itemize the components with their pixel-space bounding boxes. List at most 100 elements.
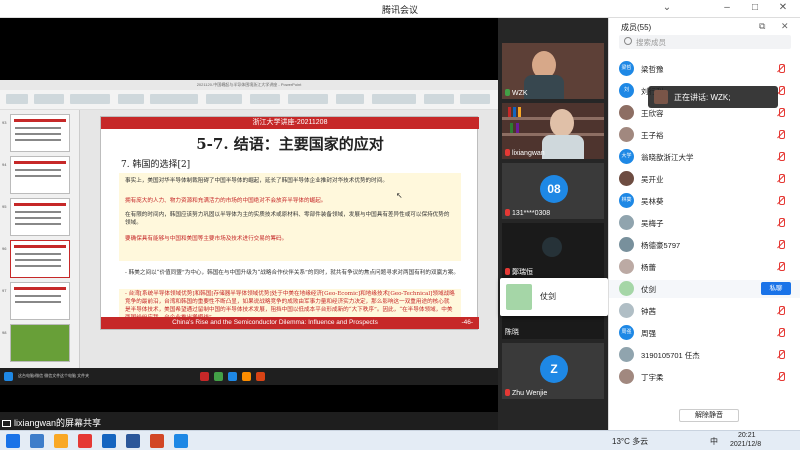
chevron-icon[interactable]: ⌄ bbox=[660, 2, 674, 13]
avatar: Z bbox=[540, 355, 568, 383]
video-tile[interactable]: Z Zhu Wenjie bbox=[502, 343, 604, 399]
slide-thumbnail[interactable] bbox=[10, 156, 70, 194]
clock-date[interactable]: 2021/12/8 bbox=[730, 441, 761, 448]
speaking-text: 正在讲话: WZK; bbox=[674, 93, 731, 102]
slide-thumbnail[interactable] bbox=[10, 114, 70, 152]
windows-start-icon[interactable] bbox=[6, 434, 20, 448]
private-chat-button[interactable]: 私聊 bbox=[761, 282, 791, 295]
mic-off-icon[interactable] bbox=[777, 328, 785, 338]
avatar bbox=[619, 105, 634, 120]
maximize-icon[interactable]: □ bbox=[748, 2, 762, 13]
video-tile[interactable]: WZK bbox=[502, 43, 604, 99]
member-row[interactable]: 林葵 吴林葵 bbox=[609, 192, 800, 210]
tencent-meeting-icon[interactable] bbox=[174, 434, 188, 448]
participant-popup[interactable]: 仗剑 bbox=[500, 278, 608, 316]
mic-off-icon[interactable] bbox=[777, 350, 785, 360]
member-row[interactable]: 吴梅子 bbox=[609, 214, 800, 232]
word-icon[interactable] bbox=[126, 434, 140, 448]
member-name: 吴林葵 bbox=[641, 197, 664, 206]
member-name: 王欣容 bbox=[641, 109, 664, 118]
slide-highlight-box: 事实上，美国对华半导体制裁阻碍了中国半导体的崛起，延长了韩国半导体企业推封对华技… bbox=[119, 173, 461, 261]
avatar bbox=[619, 127, 634, 142]
mic-off-icon[interactable] bbox=[777, 372, 785, 382]
member-search[interactable]: 搜索成员 bbox=[619, 35, 791, 49]
close-icon[interactable]: ✕ bbox=[776, 2, 790, 13]
slide-thumbnail-active[interactable] bbox=[10, 240, 70, 278]
close-panel-icon[interactable]: ✕ bbox=[781, 21, 789, 32]
participant-name: WZK bbox=[512, 90, 528, 97]
app-icon[interactable] bbox=[78, 434, 92, 448]
member-name: 丁宇柔 bbox=[641, 373, 664, 382]
screen-share-text: lixiangwan的屏幕共享 bbox=[14, 418, 102, 428]
weather-text[interactable]: 13°C 多云 bbox=[612, 436, 648, 447]
slide-thumbnail[interactable] bbox=[10, 282, 70, 320]
app-icon[interactable] bbox=[102, 434, 116, 448]
slide-thumbnail[interactable] bbox=[10, 198, 70, 236]
member-row[interactable]: 吴开业 bbox=[609, 170, 800, 188]
member-row-selected[interactable]: 仗剑 私聊 bbox=[609, 280, 800, 298]
slide-footer-caption: China's Rise and the Semiconductor Dilem… bbox=[172, 319, 378, 326]
avatar bbox=[619, 369, 634, 384]
speaking-indicator: 正在讲话: WZK; bbox=[648, 86, 778, 108]
video-tile[interactable]: 鄭瑞恒 bbox=[502, 223, 604, 279]
member-row[interactable]: 丁宇柔 bbox=[609, 368, 800, 386]
video-tile[interactable]: 08 131****0308 bbox=[502, 163, 604, 219]
video-tile[interactable]: lixiangwan bbox=[502, 103, 604, 159]
mic-off-icon[interactable] bbox=[777, 196, 785, 206]
thumb-number: 97 bbox=[2, 288, 7, 293]
mic-off-icon bbox=[505, 209, 510, 216]
screen-share-label: lixiangwan的屏幕共享 bbox=[2, 416, 101, 429]
shared-screen: 2021120-中国崛起与半导体困境浙江大学讲座 - PowerPoint 93 bbox=[0, 18, 498, 412]
ime-indicator[interactable]: 中 bbox=[710, 436, 718, 447]
mic-off-icon[interactable] bbox=[777, 174, 785, 184]
member-row[interactable]: 周强 周强 bbox=[609, 324, 800, 342]
avatar bbox=[619, 347, 634, 362]
mic-off-icon[interactable] bbox=[777, 240, 785, 250]
member-row[interactable]: 梁哲 梁哲豫 bbox=[609, 60, 800, 78]
mic-off-icon[interactable] bbox=[777, 64, 785, 74]
slide-highlight-box-2: - 台湾[系统半导体领域优势]和韩国[存储器半导体领域优势]处于中美在地缘经济[… bbox=[119, 289, 461, 321]
avatar bbox=[619, 171, 634, 186]
current-slide: 浙江大学讲座-20211208 5-7. 结语：主要国家的应对 7. 韩国的选择… bbox=[100, 116, 479, 330]
video-gallery: WZK lixiangwan 08 131****0308 鄭瑞恒 陈晓 Z Z… bbox=[498, 18, 608, 430]
popout-icon[interactable]: ⧉ bbox=[759, 21, 765, 32]
thumb-number: 93 bbox=[2, 120, 7, 125]
powerpoint-icon[interactable] bbox=[150, 434, 164, 448]
thumb-number: 96 bbox=[2, 246, 7, 251]
mic-off-icon[interactable] bbox=[777, 152, 785, 162]
slide-bullet: 事实上，美国对华半导体制裁阻碍了中国半导体的崛起，延长了韩国半导体企业推封对华技… bbox=[125, 178, 388, 184]
member-row[interactable]: 王子裕 bbox=[609, 126, 800, 144]
file-explorer-icon[interactable] bbox=[54, 434, 68, 448]
member-row[interactable]: 杨蕾 bbox=[609, 258, 800, 276]
clock-time[interactable]: 20:21 bbox=[738, 432, 756, 439]
slide-footer: China's Rise and the Semiconductor Dilem… bbox=[101, 317, 479, 329]
member-name: 仗剑 bbox=[641, 285, 656, 294]
member-name: 吴开业 bbox=[641, 175, 664, 184]
mic-off-icon bbox=[505, 389, 510, 396]
mic-off-icon bbox=[505, 268, 510, 275]
participant-name: 131****0308 bbox=[512, 210, 551, 217]
slide-thumbnail[interactable] bbox=[10, 324, 70, 362]
mic-off-icon[interactable] bbox=[777, 306, 785, 316]
search-input[interactable]: 搜索成员 bbox=[636, 37, 666, 48]
slide-header: 浙江大学讲座-20211208 bbox=[101, 117, 479, 129]
member-row[interactable]: 钟茜 bbox=[609, 302, 800, 320]
search-icon[interactable] bbox=[30, 434, 44, 448]
member-panel: 成员(55) ⧉ ✕ 搜索成员 梁哲 梁哲豫 刘 刘行利 王欣容 王子裕 大学 bbox=[608, 18, 800, 430]
member-row[interactable]: 杨德豪5797 bbox=[609, 236, 800, 254]
shared-windows-taskbar: 这台电脑/微信 微信文件 这个电脑 文件夹 bbox=[0, 368, 498, 385]
member-name: 杨德豪5797 bbox=[641, 241, 681, 250]
mic-off-icon[interactable] bbox=[777, 130, 785, 140]
mic-off-icon[interactable] bbox=[777, 86, 785, 96]
slide-paragraph: - 韩美之间以“价值同盟”为中心，韩国在与中国升级为“战略合作伙伴关系”的同时，… bbox=[125, 270, 459, 276]
mic-off-icon[interactable] bbox=[777, 262, 785, 272]
avatar bbox=[654, 90, 668, 104]
minimize-icon[interactable]: – bbox=[720, 2, 734, 13]
avatar bbox=[619, 281, 634, 296]
mouse-cursor-icon: ↖ bbox=[396, 191, 403, 200]
mic-off-icon[interactable] bbox=[777, 108, 785, 118]
member-row[interactable]: 大学 翁晓歆浙江大学 bbox=[609, 148, 800, 166]
mic-off-icon[interactable] bbox=[777, 218, 785, 228]
member-row[interactable]: 3190105701 任杰 bbox=[609, 346, 800, 364]
unmute-all-button[interactable]: 解除静音 bbox=[679, 409, 739, 422]
